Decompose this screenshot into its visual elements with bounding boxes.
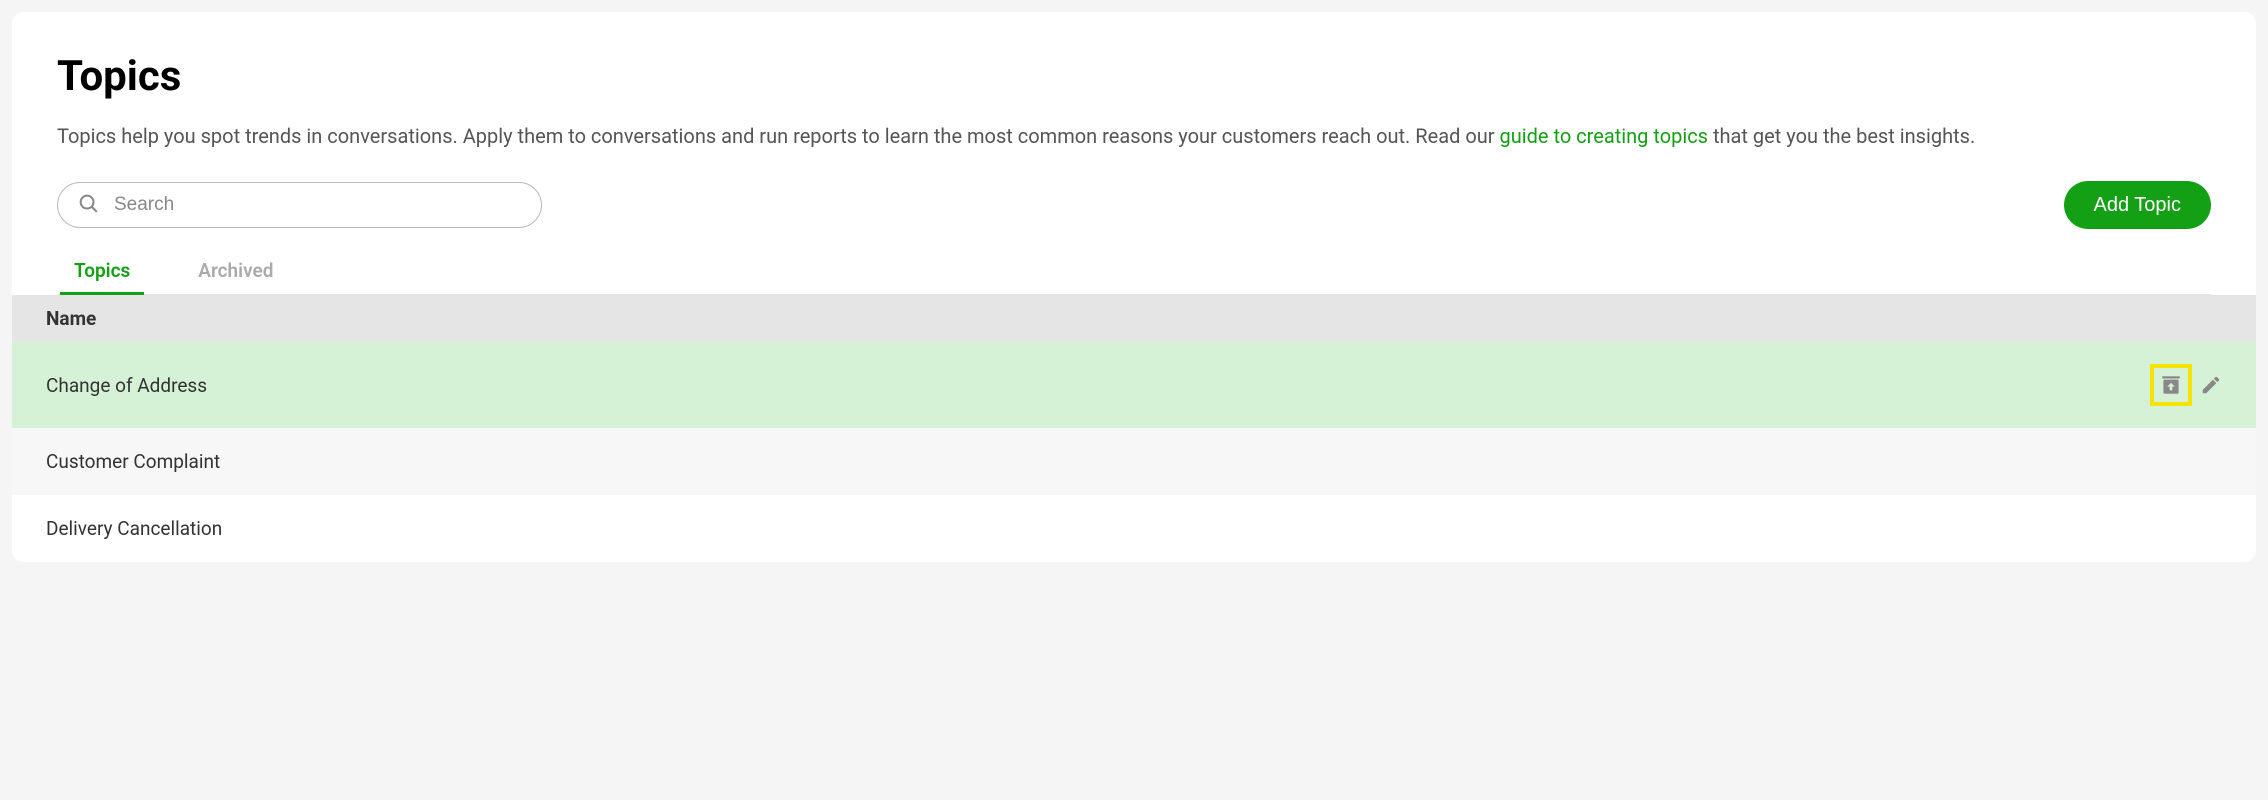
topic-name: Delivery Cancellation xyxy=(46,517,222,540)
page-title: Topics xyxy=(57,52,2211,101)
description-text-after: that get you the best insights. xyxy=(1708,124,1975,148)
table-row[interactable]: Delivery Cancellation xyxy=(12,495,2256,562)
search-wrapper xyxy=(57,182,542,228)
topics-card: Topics Topics help you spot trends in co… xyxy=(12,12,2256,562)
tab-topics[interactable]: Topics xyxy=(60,249,144,295)
tabs: Topics Archived xyxy=(57,249,2211,295)
toolbar: Add Topic xyxy=(57,181,2211,229)
card-header: Topics Topics help you spot trends in co… xyxy=(12,12,2256,295)
page-description: Topics help you spot trends in conversat… xyxy=(57,121,2211,151)
topic-name: Customer Complaint xyxy=(46,450,220,473)
table-header-name: Name xyxy=(12,295,2256,342)
archive-button-highlight xyxy=(2150,364,2192,406)
search-icon xyxy=(77,192,99,218)
edit-icon[interactable] xyxy=(2200,374,2222,396)
add-topic-button[interactable]: Add Topic xyxy=(2064,181,2211,229)
tab-archived[interactable]: Archived xyxy=(184,249,287,295)
search-input[interactable] xyxy=(57,182,542,228)
guide-link[interactable]: guide to creating topics xyxy=(1500,124,1709,148)
table-row[interactable]: Change of Address xyxy=(12,342,2256,428)
topic-name: Change of Address xyxy=(46,374,207,397)
archive-icon[interactable] xyxy=(2158,372,2184,398)
description-text-before: Topics help you spot trends in conversat… xyxy=(57,124,1500,148)
row-actions xyxy=(2150,364,2222,406)
table-row[interactable]: Customer Complaint xyxy=(12,428,2256,495)
